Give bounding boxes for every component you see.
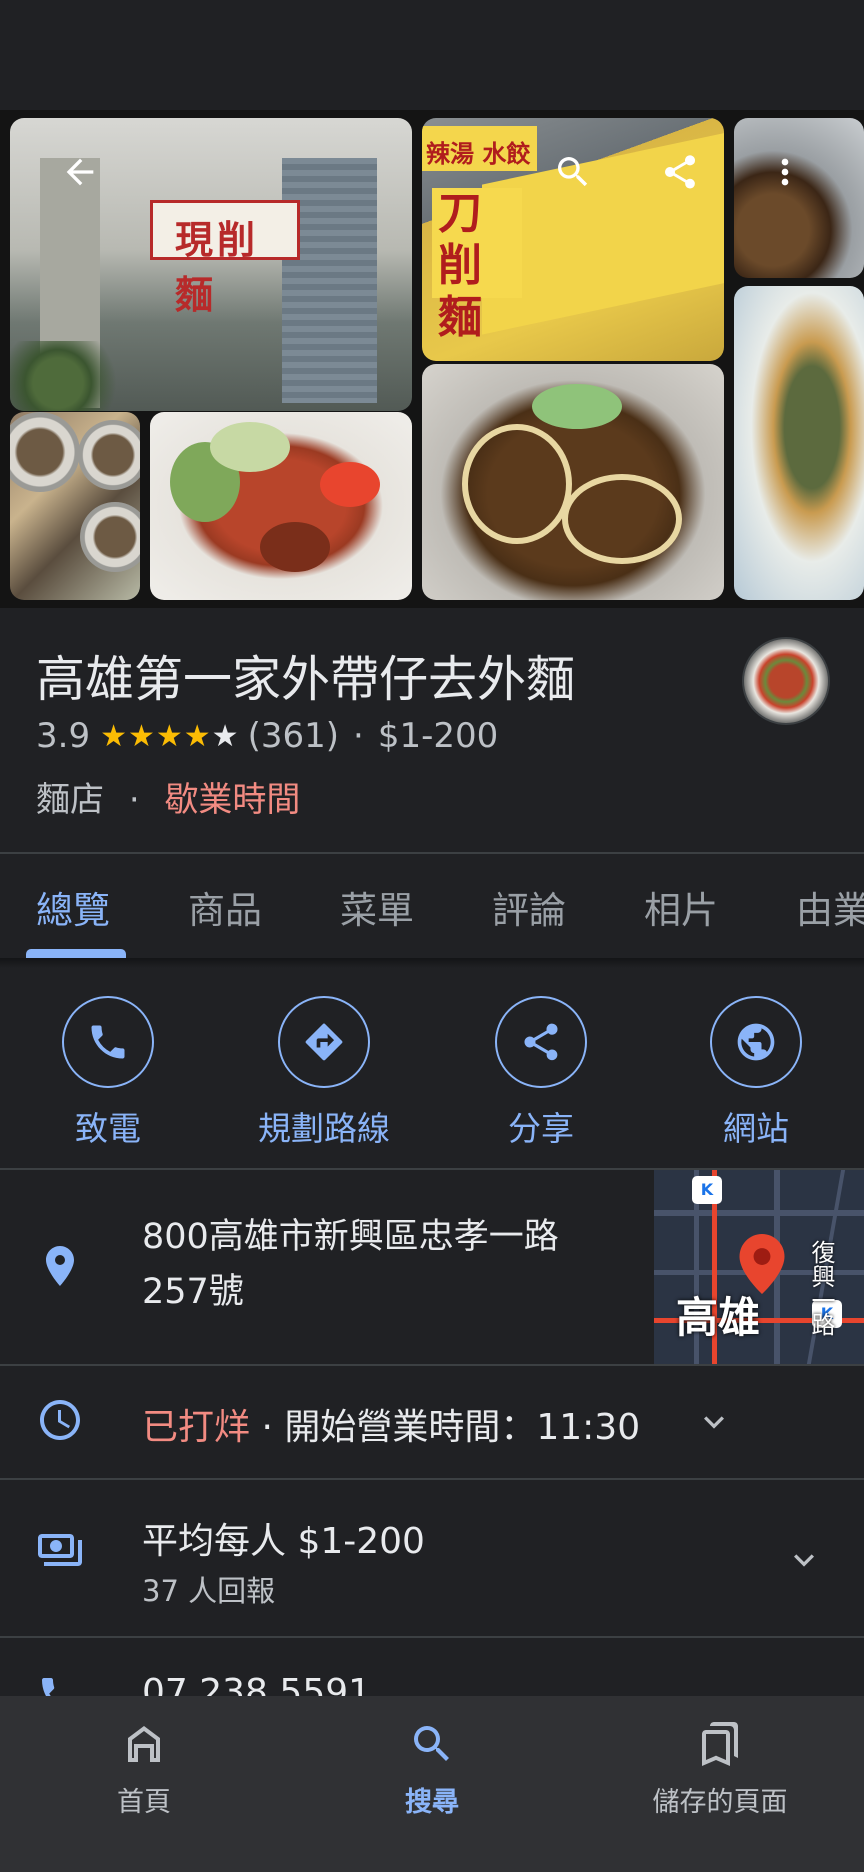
nav-home[interactable]: 首頁 [44,1720,244,1819]
divider [0,1636,864,1638]
share-button[interactable] [648,140,712,204]
category-row: 麵店 · 歇業時間 [36,772,300,821]
status-bar [0,0,864,110]
money-icon [36,1526,84,1574]
price-range: $1-200 [377,716,499,756]
call-button[interactable]: 致電 [18,996,198,1150]
search-icon [558,157,588,187]
more-options-button[interactable] [753,140,817,204]
share-icon [664,155,696,189]
directions-icon [305,1023,343,1061]
share-icon [524,1023,558,1061]
review-count: (361) [247,716,339,756]
average-price: 平均每人 $1-200 [142,1521,425,1562]
beef-noodle-bowl-photo[interactable] [422,364,724,600]
category-label: 麵店 [36,780,104,820]
nav-home-label: 首頁 [117,1787,171,1818]
home-icon [128,1726,160,1762]
bottom-navigation: 首頁 搜尋 儲存的頁面 [0,1696,864,1872]
tab-about[interactable]: 由業 [796,880,864,934]
globe-icon [737,1023,775,1061]
braised-tofu-photo[interactable] [734,286,864,600]
address-text[interactable]: 800高雄市新興區忠孝一路257號 [142,1210,612,1320]
takeout-photo[interactable] [10,412,140,600]
tab-menu[interactable]: 菜單 [340,880,414,934]
map-street-label: 復興一路 [807,1240,835,1336]
map-city-label: 高雄 [676,1293,761,1342]
hours-status: 已打烊 [142,1407,251,1448]
tab-reviews[interactable]: 評論 [492,880,566,934]
tab-photos[interactable]: 相片 [644,880,718,934]
nav-search-label: 搜尋 [405,1787,459,1818]
tomato-beef-noodle-photo[interactable] [150,412,412,600]
rating-value: 3.9 [36,716,91,756]
chevron-down-icon[interactable] [784,1540,824,1580]
phone-icon [91,1025,125,1059]
hours-row[interactable]: 已打烊 · 開始營業時間：11:30 [142,1398,640,1450]
call-label: 致電 [75,1109,141,1148]
search-button[interactable] [541,140,605,204]
tab-overview[interactable]: 總覽 [36,880,110,934]
nav-saved-label: 儲存的頁面 [652,1787,788,1818]
chevron-down-icon[interactable] [694,1402,734,1442]
divider [0,1478,864,1480]
arrow-back-icon [66,158,94,186]
search-icon [414,1726,449,1761]
share-action-button[interactable]: 分享 [451,996,631,1150]
separator-dot: · [353,716,364,756]
divider [0,1364,864,1366]
tab-bar[interactable]: 總覽 商品 菜單 評論 相片 由業 [0,854,864,958]
directions-label: 規劃路線 [258,1109,390,1148]
more-vert-icon [781,158,789,186]
hours-detail: 開始營業時間：11:30 [284,1407,641,1448]
separator-dot: · [250,1407,285,1448]
location-pin-icon [36,1242,84,1290]
separator-dot: · [128,780,140,820]
photo-gallery[interactable]: 現削麵 辣湯 水餃 刀削麵 [0,110,864,608]
bookmark-icon [702,1722,738,1766]
directions-button[interactable]: 規劃路線 [234,996,414,1150]
rating-row[interactable]: 3.9 ★★★★★ (361) · $1-200 [36,716,498,756]
clock-icon [36,1396,84,1444]
tab-shadow [0,958,864,968]
place-thumbnail[interactable] [742,637,830,725]
back-button[interactable] [48,140,112,204]
star-rating: ★★★★★ [100,718,240,754]
price-report-count: 37 人回報 [142,1574,276,1608]
place-title: 高雄第一家外帶仔去外麵 [36,651,576,708]
mini-map[interactable]: K K 高雄 復興一路 [654,1170,864,1364]
nav-saved[interactable]: 儲存的頁面 [620,1720,820,1819]
tab-products[interactable]: 商品 [188,880,262,934]
transit-badge-icon: K [692,1176,722,1204]
share-label: 分享 [508,1109,574,1148]
active-tab-indicator [26,949,126,958]
website-label: 網站 [723,1109,789,1148]
website-button[interactable]: 網站 [666,996,846,1150]
nav-search[interactable]: 搜尋 [332,1720,532,1819]
hours-status-link[interactable]: 歇業時間 [164,780,300,820]
